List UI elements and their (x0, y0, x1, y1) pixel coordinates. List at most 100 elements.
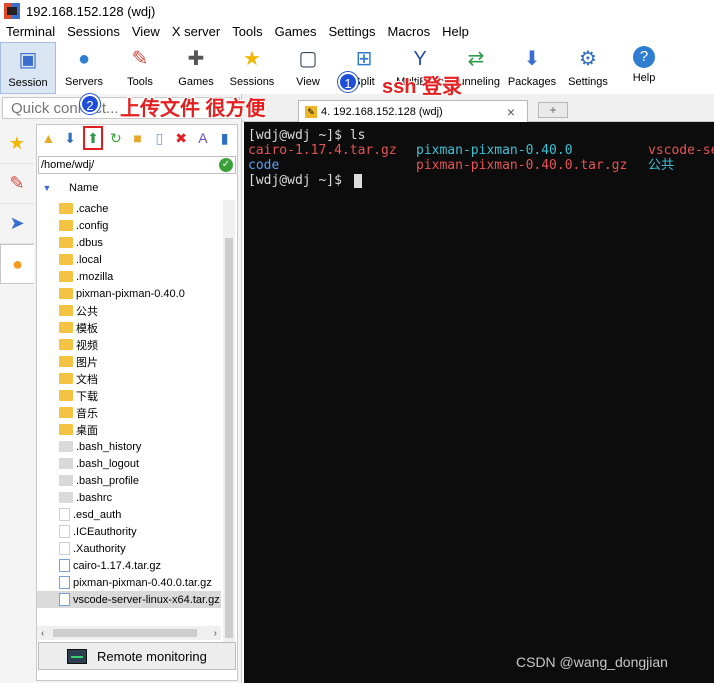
terminal-line: [wdj@wdj ~]$ ls (248, 128, 366, 143)
new-file-button[interactable]: ▯ (150, 128, 169, 148)
new-folder-icon: ■ (133, 130, 142, 146)
tunneling-icon: ⇄ (467, 48, 485, 70)
scroll-left-icon[interactable]: ‹ (41, 628, 44, 639)
terminal-line: cairo-1.17.4.tar.gz pixman-pixman-0.40.0 v… (244, 143, 714, 158)
file-row[interactable]: 桌面 (37, 421, 221, 438)
blank-file-icon (59, 542, 70, 555)
file-row-selected[interactable]: vscode-server-linux-x64.tar.gz (37, 591, 221, 608)
file-row[interactable]: .dbus (37, 234, 221, 251)
archive-file-icon (59, 593, 70, 606)
file-icon (59, 475, 73, 486)
csdn-watermark: CSDN @wang_dongjian (516, 654, 668, 670)
sidebar-tab-sftp[interactable]: ● (0, 244, 34, 284)
file-row[interactable]: cairo-1.17.4.tar.gz (37, 557, 221, 574)
folder-icon (59, 339, 73, 350)
file-row[interactable]: 视频 (37, 336, 221, 353)
rename-button[interactable]: A (193, 128, 212, 148)
new-tab-button[interactable]: + (538, 102, 568, 118)
file-icon (59, 441, 73, 452)
sftp-path-input[interactable] (39, 157, 219, 173)
toolbar-servers-button[interactable]: ● Servers (56, 42, 112, 94)
menu-view[interactable]: View (126, 22, 166, 42)
close-tab-icon[interactable]: × (507, 104, 515, 120)
archive-file-icon (59, 576, 70, 589)
annotation-badge-2: 2 (80, 94, 100, 114)
scroll-right-icon[interactable]: › (214, 628, 217, 639)
toolbar-session-button[interactable]: ▣ Session (0, 42, 56, 94)
remote-monitoring-button[interactable]: Remote monitoring (38, 642, 236, 670)
new-folder-button[interactable]: ■ (128, 128, 147, 148)
file-row[interactable]: 文档 (37, 370, 221, 387)
file-row[interactable]: .config (37, 217, 221, 234)
menu-tools[interactable]: Tools (226, 22, 268, 42)
sidebar-tab-macros[interactable]: ➤ (0, 204, 34, 244)
file-row[interactable]: 图片 (37, 353, 221, 370)
ls-entry: code (248, 158, 280, 173)
toolbar-settings-button[interactable]: ⚙ Settings (560, 42, 616, 94)
properties-button[interactable]: ▮ (215, 128, 234, 148)
delete-icon: ✖ (175, 129, 187, 146)
toolbar-packages-button[interactable]: ⬇ Packages (504, 42, 560, 94)
menu-macros[interactable]: Macros (381, 22, 436, 42)
file-row[interactable]: .Xauthority (37, 540, 221, 557)
file-row[interactable]: .cache (37, 200, 221, 217)
download-button[interactable]: ⬇ (61, 128, 80, 148)
session-tab-active[interactable]: ✎ 4. 192.168.152.128 (wdj) × (298, 100, 528, 122)
session-icon: ▣ (18, 49, 38, 71)
horizontal-scrollbar-thumb[interactable] (53, 629, 197, 637)
menu-sessions[interactable]: Sessions (61, 22, 126, 42)
file-row[interactable]: 下载 (37, 387, 221, 404)
session-tab-bar: ✎ 4. 192.168.152.128 (wdj) × + (242, 94, 714, 122)
left-sidebar: ★ ✎ ➤ ● ▲ ⬇ ⬆ ↻ ■ ▯ ✖ A ▮ ✓ ▼ Name .cach… (0, 94, 242, 683)
toolbar-games-button[interactable]: ✚ Games (168, 42, 224, 94)
terminal-view[interactable]: [wdj@wdj ~]$ ls cairo-1.17.4.tar.gz pixma… (244, 122, 714, 683)
folder-icon (59, 305, 73, 316)
folder-icon (59, 220, 73, 231)
terminal-cursor (353, 173, 362, 188)
upload-button[interactable]: ⬆ (82, 126, 104, 150)
file-row[interactable]: .bash_profile (37, 472, 221, 489)
menu-terminal[interactable]: Terminal (0, 22, 61, 42)
file-row[interactable]: 模板 (37, 319, 221, 336)
toolbar-tools-button[interactable]: ✎ Tools (112, 42, 168, 94)
toolbar-view-button[interactable]: ▢ View (280, 42, 336, 94)
file-row[interactable]: 公共 (37, 302, 221, 319)
menu-x-server[interactable]: X server (166, 22, 226, 42)
file-row[interactable]: .mozilla (37, 268, 221, 285)
folder-icon (59, 407, 73, 418)
ls-entry: pixman-pixman-0.40.0 (416, 143, 573, 158)
parent-folder-button[interactable]: ▲ (39, 128, 58, 148)
file-row[interactable]: 音乐 (37, 404, 221, 421)
ls-entry: pixman-pixman-0.40.0.tar.gz (416, 158, 628, 173)
toolbar-help-button[interactable]: ? Help (616, 42, 672, 94)
file-row[interactable]: .bash_history (37, 438, 221, 455)
sidebar-tab-tools[interactable]: ✎ (0, 164, 34, 204)
properties-icon: ▮ (220, 129, 229, 146)
file-row[interactable]: .bashrc (37, 489, 221, 506)
file-row[interactable]: .esd_auth (37, 506, 221, 523)
annotation-upload-files: 上传文件 很方便 (120, 98, 266, 120)
delete-button[interactable]: ✖ (172, 128, 191, 148)
sidebar-tab-sessions[interactable]: ★ (0, 124, 34, 164)
file-list-header[interactable]: ▼ Name (37, 178, 221, 198)
path-ok-icon[interactable]: ✓ (219, 158, 233, 172)
file-row[interactable]: .bash_logout (37, 455, 221, 472)
ls-entry: cairo-1.17.4.tar.gz (248, 143, 397, 158)
toolbar-sessions-button[interactable]: ★ Sessions (224, 42, 280, 94)
scrollbar-thumb[interactable] (225, 238, 233, 638)
file-list-horizontal-scrollbar[interactable]: ‹ › (37, 626, 221, 640)
file-row[interactable]: .ICEauthority (37, 523, 221, 540)
multiexec-icon: Y (413, 48, 427, 70)
menu-games[interactable]: Games (269, 22, 323, 42)
menu-settings[interactable]: Settings (323, 22, 382, 42)
sidebar-vertical-tabs: ★ ✎ ➤ ● (0, 124, 36, 294)
file-row[interactable]: pixman-pixman-0.40.0.tar.gz (37, 574, 221, 591)
file-list-vertical-scrollbar[interactable] (223, 200, 235, 660)
menu-help[interactable]: Help (436, 22, 475, 42)
refresh-button[interactable]: ↻ (106, 128, 125, 148)
file-row[interactable]: .local (37, 251, 221, 268)
file-row[interactable]: pixman-pixman-0.40.0 (37, 285, 221, 302)
folder-icon (59, 424, 73, 435)
folder-up-icon: ▲ (41, 130, 56, 146)
sftp-path-bar: ✓ (38, 156, 236, 174)
